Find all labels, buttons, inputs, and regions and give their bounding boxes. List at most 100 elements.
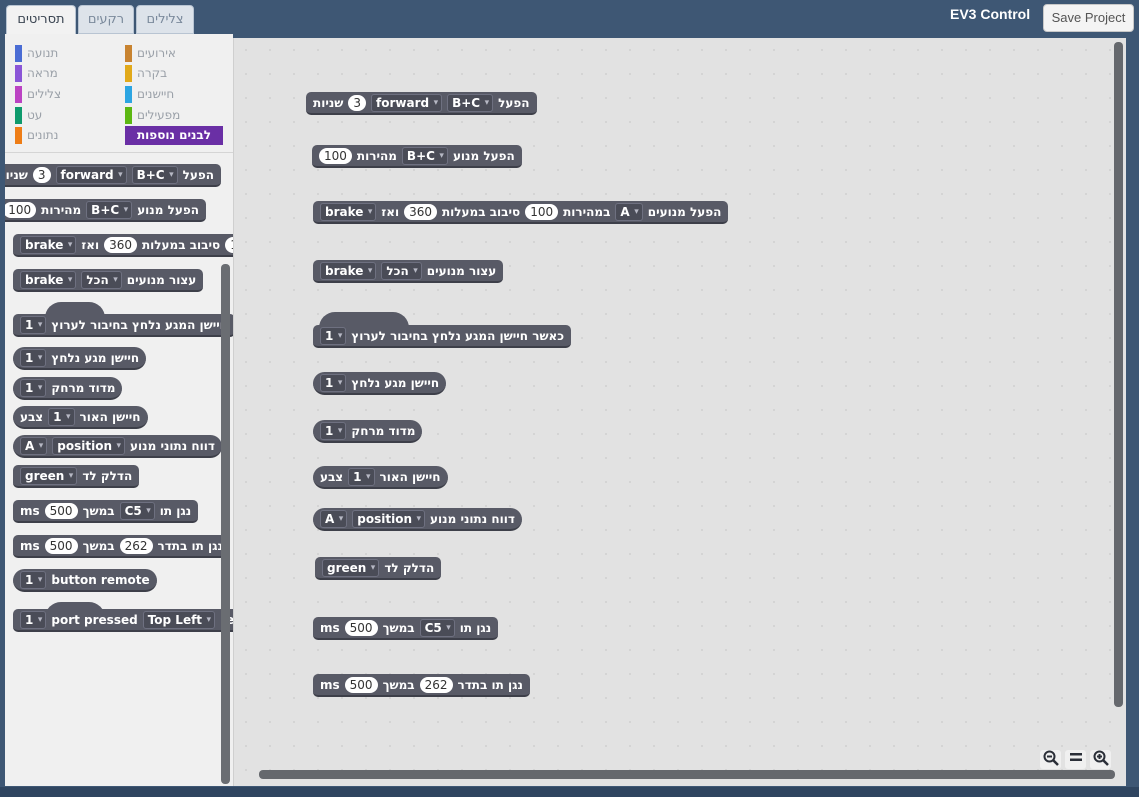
port-dropdown[interactable]: 1 [320,326,347,345]
speed-input[interactable]: 100 [319,147,352,164]
motor-dropdown[interactable]: A [20,436,48,455]
stop-mode-dropdown[interactable]: brake [20,270,77,289]
palette-block-port-pressed[interactable]: 1 port pressed Top Left rem [13,609,233,632]
seconds-input[interactable]: 3 [32,166,51,183]
duration-input[interactable]: 500 [44,502,78,519]
script-block-when-touch[interactable]: 1 כאשר חיישן המגע נלחץ בחיבור לערוץ [313,325,572,348]
script-block-run-motor-speed[interactable]: 100 מהירות B+C הפעל מנוע [312,145,522,168]
degrees-input[interactable]: 360 [104,236,137,253]
palette-block-button-remote[interactable]: 1 button remote [13,569,157,592]
port-dropdown[interactable]: 1 [20,315,47,334]
port-dropdown[interactable]: B+C [86,200,133,219]
zoom-reset-icon[interactable] [1065,750,1086,769]
category-looks[interactable]: מראה [15,65,58,82]
palette-block-play-note[interactable]: ms 500 במשך C5 נגן תו [13,500,199,523]
zoom-out-icon[interactable] [1040,750,1061,769]
save-project-button[interactable]: Save Project [1043,4,1134,32]
motors-dropdown[interactable]: הכל [81,270,122,289]
duration-input[interactable]: 500 [344,619,378,636]
palette-block-led-on[interactable]: green הדלק לד [13,465,140,488]
palette-block-measure-distance[interactable]: 1 מדוד מרחק [13,377,123,400]
script-block-light-sensor[interactable]: צבע 1 חיישן האור [313,466,448,489]
motors-dropdown[interactable]: הכל [381,261,422,280]
block-text: במהירות [563,204,611,219]
direction-dropdown[interactable]: forward [55,165,127,184]
script-block-run-seconds[interactable]: שניות 3 forward B+C הפעל [306,92,537,115]
tab-scripts[interactable]: תסריטים [6,5,76,35]
stop-mode-dropdown[interactable]: brake [320,202,377,221]
script-block-motor-data[interactable]: A position דווח נתוני מנוע [313,508,522,531]
stop-mode-dropdown[interactable]: brake [320,261,377,280]
palette-block-motor-data[interactable]: A position דווח נתוני מנוע [13,435,222,458]
port-dropdown[interactable]: 1 [320,421,347,440]
palette-block-rotate-degrees[interactable]: brake ואז 360 סיבוב במעלות 100 [13,234,233,257]
data-dropdown[interactable]: position [52,436,126,455]
port-dropdown[interactable]: 1 [20,570,47,589]
more-blocks-button[interactable]: לבנים נוספות [125,126,223,145]
workspace-horizontal-scrollbar[interactable] [259,770,1115,779]
button-dropdown[interactable]: Top Left [142,610,216,629]
palette-block-stop-motors[interactable]: brake הכל עצור מנועים [13,269,204,292]
category-events[interactable]: אירועים [125,45,176,62]
motor-dropdown[interactable]: A [615,202,643,221]
port-dropdown[interactable]: 1 [348,467,375,486]
script-block-touch-pressed[interactable]: 1 חיישן מגע נלחץ [313,372,447,395]
category-sensing[interactable]: חיישנים [125,86,174,103]
speed-input[interactable]: 100 [225,236,233,253]
script-block-led-on[interactable]: green הדלק לד [315,557,442,580]
category-operators[interactable]: מפעילים [125,107,180,124]
block-text: חיישן המגע נלחץ בחיבור לערוץ [51,317,229,332]
duration-input[interactable]: 500 [344,676,378,693]
port-dropdown[interactable]: 1 [48,407,75,426]
ms-label: ms [320,677,340,692]
category-motion[interactable]: תנועה [15,45,58,62]
zoom-in-icon[interactable] [1090,750,1111,769]
palette-block-run-seconds[interactable]: הפעל B+C forward 3 שניות [5,164,221,187]
workspace-vertical-scrollbar[interactable] [1114,42,1123,707]
script-block-play-note[interactable]: ms 500 במשך C5 נגן תו [313,617,499,640]
script-block-stop-motors[interactable]: brake הכל עצור מנועים [313,260,504,283]
speed-input[interactable]: 100 [5,201,37,218]
palette-block-play-freq[interactable]: ms 500 במשך 262 נגן תו בתדר [13,535,230,558]
script-block-play-freq[interactable]: ms 500 במשך 262 נגן תו בתדר [313,674,530,697]
motor-dropdown[interactable]: A [320,509,348,528]
port-dropdown[interactable]: 1 [20,610,47,629]
port-dropdown[interactable]: 1 [20,378,47,397]
palette-scrollbar[interactable] [221,264,230,784]
palette-divider [5,152,233,153]
note-dropdown[interactable]: C5 [419,618,455,637]
stop-mode-dropdown[interactable]: brake [20,235,77,254]
category-pen[interactable]: עט [15,107,42,124]
color-dropdown[interactable]: green [322,558,380,577]
port-dropdown[interactable]: B+C [447,93,494,112]
frequency-input[interactable]: 262 [119,537,153,554]
color-dropdown[interactable]: green [20,466,78,485]
direction-dropdown[interactable]: forward [371,93,443,112]
category-sound[interactable]: צלילים [15,86,61,103]
duration-input[interactable]: 500 [44,537,78,554]
tab-backdrops[interactable]: רקעים [78,5,134,34]
palette-block-light-sensor[interactable]: צבע 1 חיישן האור [13,406,148,429]
palette-block-run-motor-speed[interactable]: הפעל מנוע B+C מהירות 100 [5,199,206,222]
note-dropdown[interactable]: C5 [119,501,155,520]
script-block-measure-distance[interactable]: 1 מדוד מרחק [313,420,423,443]
degrees-input[interactable]: 360 [404,203,437,220]
speed-input[interactable]: 100 [525,203,559,220]
script-workspace[interactable]: שניות 3 forward B+C הפעל 100 מהירות B+C … [233,38,1126,786]
category-control[interactable]: בקרה [125,65,167,82]
palette-block-touch-pressed[interactable]: 1 חיישן מגע נלחץ [13,347,147,370]
port-dropdown[interactable]: B+C [131,165,178,184]
category-data[interactable]: נתונים [15,127,58,144]
script-block-run-motors-degrees[interactable]: brake ואז 360 סיבוב במעלות 100 במהירות A… [313,201,729,224]
block-text: חיישן מגע נלחץ [351,375,440,390]
category-swatch [125,86,132,103]
seconds-input[interactable]: 3 [348,94,367,111]
bottom-bar [0,787,1139,797]
port-dropdown[interactable]: 1 [20,348,47,367]
palette-block-when-touch[interactable]: 1 חיישן המגע נלחץ בחיבור לערוץ [13,314,233,337]
tab-sounds[interactable]: צלילים [136,5,194,34]
port-dropdown[interactable]: B+C [401,146,448,165]
data-dropdown[interactable]: position [352,509,426,528]
port-dropdown[interactable]: 1 [320,373,347,392]
frequency-input[interactable]: 262 [419,676,453,693]
